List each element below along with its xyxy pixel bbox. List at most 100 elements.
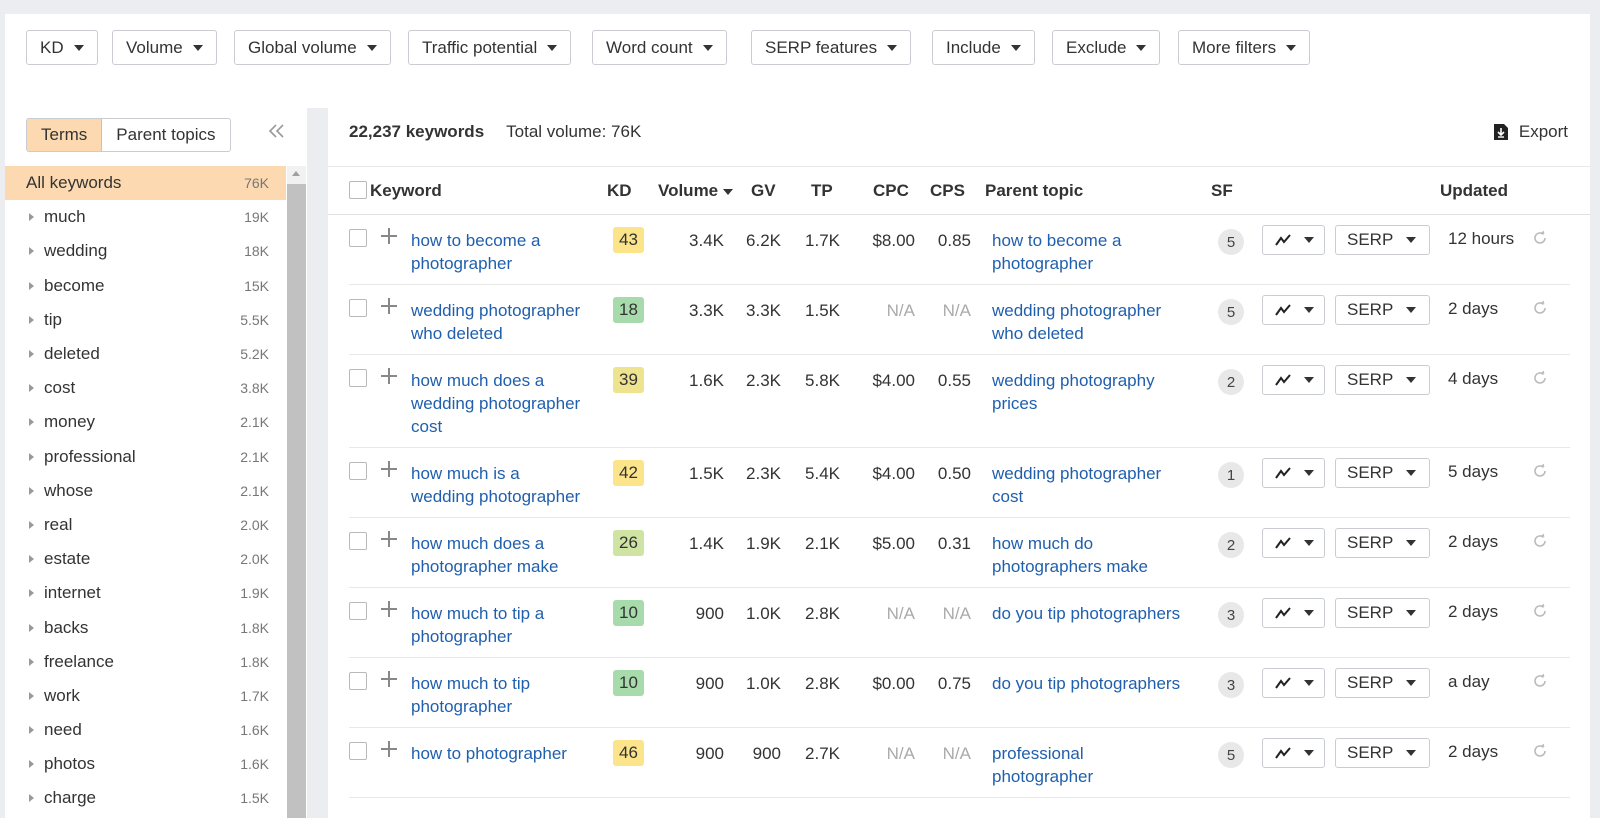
filter-kd-button[interactable]: KD bbox=[26, 30, 98, 65]
serp-button[interactable]: SERP bbox=[1335, 668, 1430, 698]
trend-button[interactable] bbox=[1262, 295, 1325, 325]
sidebar-item-work[interactable]: work 1.7K bbox=[5, 679, 286, 713]
filter-exclude-button[interactable]: Exclude bbox=[1052, 30, 1161, 65]
sidebar-item-money[interactable]: money 2.1K bbox=[5, 405, 286, 439]
column-volume[interactable]: Volume bbox=[658, 181, 734, 201]
expand-arrow-icon[interactable] bbox=[29, 760, 34, 769]
serp-button[interactable]: SERP bbox=[1335, 458, 1430, 488]
add-to-list-icon[interactable] bbox=[380, 600, 398, 618]
column-tp[interactable]: TP bbox=[811, 181, 833, 201]
tab-parent-topics[interactable]: Parent topics bbox=[102, 119, 229, 151]
sidebar-scrollbar-thumb[interactable] bbox=[287, 184, 306, 818]
sidebar-item-need[interactable]: need 1.6K bbox=[5, 713, 286, 747]
serp-button[interactable]: SERP bbox=[1335, 365, 1430, 395]
row-checkbox[interactable] bbox=[349, 742, 367, 760]
expand-arrow-icon[interactable] bbox=[29, 247, 34, 256]
serp-button[interactable]: SERP bbox=[1335, 295, 1430, 325]
parent-topic-link[interactable]: do you tip photographers bbox=[992, 602, 1202, 625]
filter-volume-button[interactable]: Volume bbox=[112, 30, 217, 65]
keyword-link[interactable]: how much does a photographer make bbox=[411, 532, 601, 578]
sidebar-item-photos[interactable]: photos 1.6K bbox=[5, 747, 286, 781]
refresh-icon[interactable] bbox=[1531, 229, 1549, 247]
keyword-link[interactable]: how much to tip a photographer bbox=[411, 602, 601, 648]
sidebar-item-cost[interactable]: cost 3.8K bbox=[5, 371, 286, 405]
sidebar-item-real[interactable]: real 2.0K bbox=[5, 508, 286, 542]
sidebar-item-deleted[interactable]: deleted 5.2K bbox=[5, 337, 286, 371]
add-to-list-icon[interactable] bbox=[380, 227, 398, 245]
expand-arrow-icon[interactable] bbox=[29, 657, 34, 666]
add-to-list-icon[interactable] bbox=[380, 670, 398, 688]
refresh-icon[interactable] bbox=[1531, 742, 1549, 760]
expand-arrow-icon[interactable] bbox=[29, 315, 34, 324]
serp-button[interactable]: SERP bbox=[1335, 738, 1430, 768]
parent-topic-link[interactable]: wedding photography prices bbox=[992, 369, 1202, 415]
expand-arrow-icon[interactable] bbox=[29, 794, 34, 803]
refresh-icon[interactable] bbox=[1531, 602, 1549, 620]
serp-button[interactable]: SERP bbox=[1335, 225, 1430, 255]
keyword-link[interactable]: how much to tip photographer bbox=[411, 672, 601, 718]
serp-features-count[interactable]: 1 bbox=[1218, 462, 1244, 488]
parent-topic-link[interactable]: do you tip photographers bbox=[992, 672, 1202, 695]
serp-button[interactable]: SERP bbox=[1335, 598, 1430, 628]
serp-features-count[interactable]: 2 bbox=[1218, 532, 1244, 558]
serp-features-count[interactable]: 5 bbox=[1218, 299, 1244, 325]
expand-arrow-icon[interactable] bbox=[29, 486, 34, 495]
serp-features-count[interactable]: 3 bbox=[1218, 672, 1244, 698]
trend-button[interactable] bbox=[1262, 668, 1325, 698]
scroll-up-arrow-icon[interactable] bbox=[292, 171, 300, 176]
serp-features-count[interactable]: 5 bbox=[1218, 229, 1244, 255]
trend-button[interactable] bbox=[1262, 225, 1325, 255]
sidebar-item-backs[interactable]: backs 1.8K bbox=[5, 610, 286, 644]
expand-arrow-icon[interactable] bbox=[29, 350, 34, 359]
parent-topic-link[interactable]: wedding photographer cost bbox=[992, 462, 1202, 508]
column-cpc[interactable]: CPC bbox=[873, 181, 909, 201]
filter-word-count-button[interactable]: Word count bbox=[592, 30, 727, 65]
add-to-list-icon[interactable] bbox=[380, 530, 398, 548]
sidebar-item-charge[interactable]: charge 1.5K bbox=[5, 781, 286, 815]
sidebar-item-estate[interactable]: estate 2.0K bbox=[5, 542, 286, 576]
sidebar-item-all-keywords[interactable]: All keywords 76K bbox=[5, 166, 286, 201]
refresh-icon[interactable] bbox=[1531, 532, 1549, 550]
column-cps[interactable]: CPS bbox=[930, 181, 965, 201]
row-checkbox[interactable] bbox=[349, 299, 367, 317]
expand-arrow-icon[interactable] bbox=[29, 589, 34, 598]
row-checkbox[interactable] bbox=[349, 369, 367, 387]
keyword-link[interactable]: how much is a wedding photographer bbox=[411, 462, 601, 508]
expand-arrow-icon[interactable] bbox=[29, 213, 34, 222]
sidebar-item-tip[interactable]: tip 5.5K bbox=[5, 303, 286, 337]
tab-terms[interactable]: Terms bbox=[27, 119, 103, 151]
parent-topic-link[interactable]: how to become a photographer bbox=[992, 229, 1202, 275]
sidebar-item-wedding[interactable]: wedding 18K bbox=[5, 234, 286, 268]
expand-arrow-icon[interactable] bbox=[29, 726, 34, 735]
expand-arrow-icon[interactable] bbox=[29, 281, 34, 290]
collapse-sidebar-icon[interactable] bbox=[267, 122, 287, 145]
column-keyword[interactable]: Keyword bbox=[370, 181, 442, 201]
expand-arrow-icon[interactable] bbox=[29, 691, 34, 700]
parent-topic-link[interactable]: how much do photographers make bbox=[992, 532, 1202, 578]
serp-features-count[interactable]: 3 bbox=[1218, 602, 1244, 628]
filter-serp-features-button[interactable]: SERP features bbox=[751, 30, 912, 65]
filter-traffic-potential-button[interactable]: Traffic potential bbox=[408, 30, 572, 65]
keyword-link[interactable]: how much does a wedding photographer cost bbox=[411, 369, 601, 438]
trend-button[interactable] bbox=[1262, 528, 1325, 558]
parent-topic-link[interactable]: wedding photographer who deleted bbox=[992, 299, 1202, 345]
expand-arrow-icon[interactable] bbox=[29, 384, 34, 393]
export-button[interactable]: Export bbox=[1493, 122, 1568, 142]
row-checkbox[interactable] bbox=[349, 229, 367, 247]
add-to-list-icon[interactable] bbox=[380, 297, 398, 315]
filter-global-volume-button[interactable]: Global volume bbox=[234, 30, 391, 65]
add-to-list-icon[interactable] bbox=[380, 460, 398, 478]
column-parent-topic[interactable]: Parent topic bbox=[985, 181, 1083, 201]
parent-topic-link[interactable]: professional photographer bbox=[992, 742, 1202, 788]
trend-button[interactable] bbox=[1262, 738, 1325, 768]
trend-button[interactable] bbox=[1262, 598, 1325, 628]
column-sf[interactable]: SF bbox=[1211, 181, 1233, 201]
select-all-checkbox[interactable] bbox=[349, 181, 367, 199]
sidebar-item-internet[interactable]: internet 1.9K bbox=[5, 576, 286, 610]
expand-arrow-icon[interactable] bbox=[29, 520, 34, 529]
keyword-link[interactable]: wedding photographer who deleted bbox=[411, 299, 601, 345]
expand-arrow-icon[interactable] bbox=[29, 452, 34, 461]
add-to-list-icon[interactable] bbox=[380, 740, 398, 758]
refresh-icon[interactable] bbox=[1531, 462, 1549, 480]
serp-button[interactable]: SERP bbox=[1335, 528, 1430, 558]
